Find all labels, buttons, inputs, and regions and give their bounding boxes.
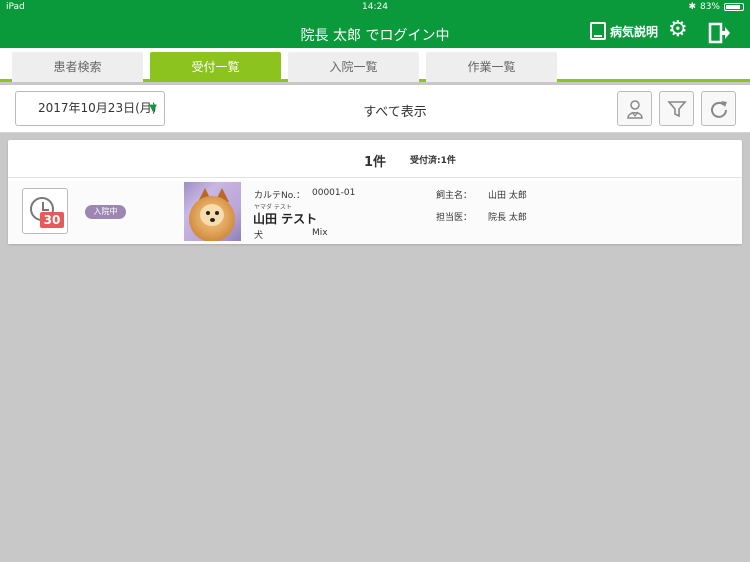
book-icon [590,22,606,40]
chart-no-label: カルテNo.： [254,191,305,201]
total-count: 1件 [364,155,387,170]
refresh-icon [711,101,727,118]
summary-bar: 1件 受付済:1件 [8,140,742,178]
status-badge: 入院中 [85,205,126,219]
chart-no-value: 00001-01 [312,188,356,198]
disease-explanation-button[interactable]: 病気説明 [590,22,658,40]
refresh-button[interactable] [701,91,736,126]
table-row[interactable]: 30 入院中 カルテNo.： 00001-01 ヤマダ テスト 山田 テスト 犬… [8,180,742,244]
breed-value: Mix [312,228,328,238]
tab-work-list[interactable]: 作業一覧 [426,52,557,82]
doctor-icon [627,100,643,119]
filter-icon [667,101,687,118]
owner-value: 山田 太郎 [488,191,527,201]
doctor-value: 院長 太郎 [488,213,527,223]
patient-name: 山田 テスト [253,212,318,226]
tab-inpatient-list[interactable]: 入院一覧 [288,52,419,82]
tab-patient-search[interactable]: 患者検索 [12,52,143,82]
battery-icon [724,3,744,11]
pet-photo [184,182,241,241]
app-header: 院長 太郎 でログイン中 病気説明 ⚙ [0,16,750,48]
status-right: ✱ 83% [688,2,744,12]
status-bar: iPad 14:24 ✱ 83% [0,0,750,16]
tab-bar: 患者検索 受付一覧 入院一覧 作業一覧 [0,48,750,82]
owner-label: 飼主名： [436,191,473,201]
clock-time: 14:24 [362,2,388,12]
doctor-label: 担当医： [436,213,473,223]
filter-button[interactable] [659,91,694,126]
toolbar: 2017年10月23日(月) ▼ すべて表示 [0,85,750,133]
bluetooth-icon: ✱ [688,2,696,12]
received-count: 受付済:1件 [410,156,456,166]
logout-icon[interactable] [708,22,730,48]
gear-icon[interactable]: ⚙ [668,19,688,41]
disease-explanation-label: 病気説明 [610,24,659,39]
wait-time-button[interactable]: 30 [22,188,68,234]
doctor-filter-button[interactable] [617,91,652,126]
reception-card: 1件 受付済:1件 30 入院中 カルテNo.： 00001-01 ヤマダ テス… [8,140,742,244]
species-value: 犬 [254,231,264,241]
tab-reception-list[interactable]: 受付一覧 [150,52,281,82]
wait-time-badge: 30 [40,212,64,228]
battery-percent: 83% [699,2,720,12]
